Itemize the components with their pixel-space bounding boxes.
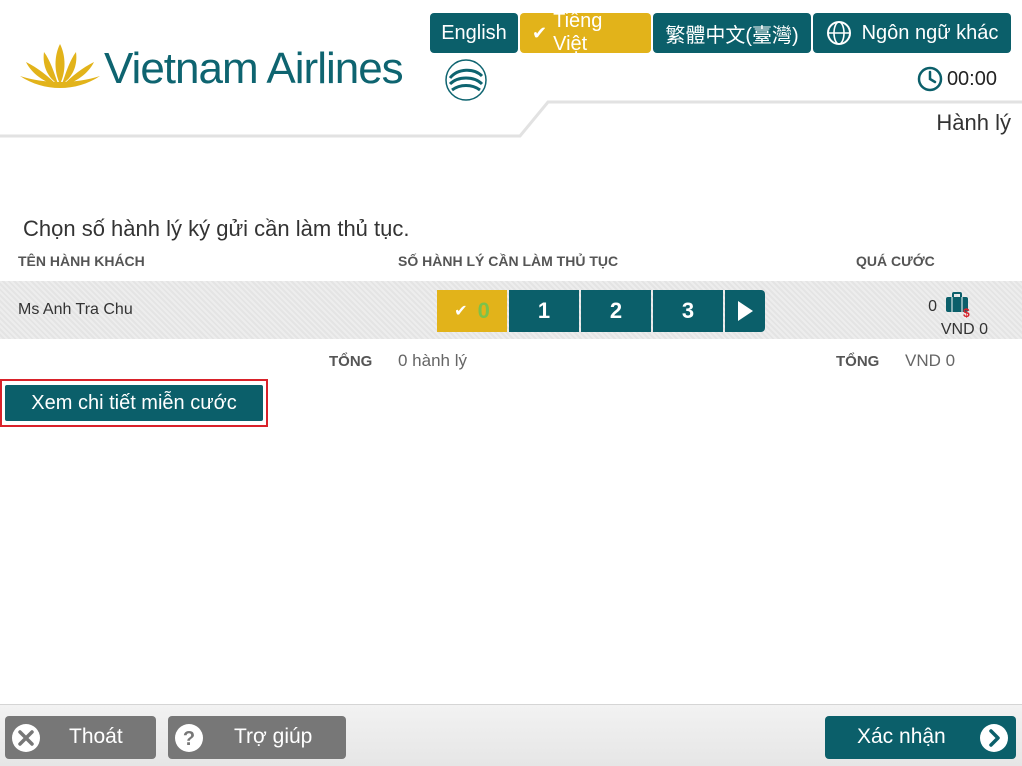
excess-amount: VND 0 [940, 321, 988, 338]
baggage-screen: Vietnam Airlines English ✔ Tiếng Việt 繁體… [0, 0, 1022, 766]
excess-baggage-icon: $ [946, 292, 970, 318]
brand-name: Vietnam Airlines [104, 44, 404, 93]
page-title: Hành lý [936, 110, 1011, 135]
footer-bar: Thoát ? Trợ giúp Xác nhận [0, 704, 1022, 766]
bag-count-label: 0 [477, 298, 490, 323]
total-bags-value: 0 hành lý [398, 351, 467, 370]
help-icon: ? [175, 724, 203, 752]
svg-text:?: ? [183, 728, 195, 750]
confirm-label: Xác nhận [857, 725, 946, 748]
lang-english-button[interactable]: English [430, 13, 518, 53]
check-icon: ✔ [454, 303, 468, 320]
bag-count-option-2[interactable]: 2 [581, 290, 651, 332]
vietnam-airlines-logo: Vietnam Airlines [18, 38, 498, 108]
lang-chinese-label: 繁體中文(臺灣) [665, 24, 799, 47]
help-button[interactable]: ? Trợ giúp [168, 716, 346, 759]
column-header-bag-count: SỐ HÀNH LÝ CẦN LÀM THỦ TỤC [398, 253, 619, 269]
globe-icon [826, 20, 852, 46]
instruction-text: Chọn số hành lý ký gửi cần làm thủ tục. [23, 216, 410, 241]
bag-count-next-button[interactable] [725, 290, 765, 332]
highlight-frame: Xem chi tiết miễn cước [0, 379, 268, 427]
total-bags-label: TỔNG [329, 353, 373, 370]
lang-english-label: English [441, 21, 507, 44]
play-arrow-icon [738, 301, 753, 321]
lang-vietnamese-button[interactable]: ✔ Tiếng Việt [520, 10, 651, 55]
passenger-name: Ms Anh Tra Chu [18, 301, 133, 318]
column-header-passenger: TÊN HÀNH KHÁCH [18, 253, 145, 269]
close-icon [12, 724, 40, 752]
lang-other-label: Ngôn ngữ khác [861, 21, 999, 44]
exit-button[interactable]: Thoát [5, 716, 156, 759]
lotus-logo-icon [20, 44, 100, 88]
exit-label: Thoát [69, 725, 123, 748]
bag-count-label: 3 [681, 298, 695, 323]
check-icon: ✔ [532, 22, 548, 43]
bag-count-selector: ✔ 0 1 2 3 [437, 290, 765, 332]
column-header-excess: QUÁ CƯỚC [856, 253, 935, 269]
skyteam-icon [445, 59, 487, 101]
bag-count-label: 1 [537, 298, 551, 323]
svg-text:$: $ [963, 306, 970, 318]
view-free-allowance-button[interactable]: Xem chi tiết miễn cước [5, 385, 263, 421]
excess-bag-count: 0 [928, 298, 937, 315]
chevron-right-icon [980, 724, 1008, 752]
header-divider [0, 100, 1022, 138]
lang-vietnamese-label: Tiếng Việt [553, 10, 603, 55]
lang-chinese-button[interactable]: 繁體中文(臺灣) [653, 13, 811, 53]
timer-value: 00:00 [946, 67, 997, 90]
bag-count-label: 2 [609, 298, 623, 323]
clock-icon [917, 66, 943, 92]
total-amount-label: TỔNG [836, 353, 880, 370]
passenger-row: Ms Anh Tra Chu ✔ 0 1 2 3 0 $ VND 0 [0, 281, 1022, 339]
bag-count-option-1[interactable]: 1 [509, 290, 579, 332]
bag-count-option-0[interactable]: ✔ 0 [437, 290, 507, 332]
session-timer: 00:00 [917, 66, 997, 92]
confirm-button[interactable]: Xác nhận [825, 716, 1016, 759]
bag-count-option-3[interactable]: 3 [653, 290, 723, 332]
language-selector: English ✔ Tiếng Việt 繁體中文(臺灣) Ngôn ngữ k… [430, 10, 1011, 55]
help-label: Trợ giúp [234, 725, 313, 748]
lang-other-button[interactable]: Ngôn ngữ khác [813, 13, 1011, 53]
total-amount-value: VND 0 [905, 351, 956, 370]
